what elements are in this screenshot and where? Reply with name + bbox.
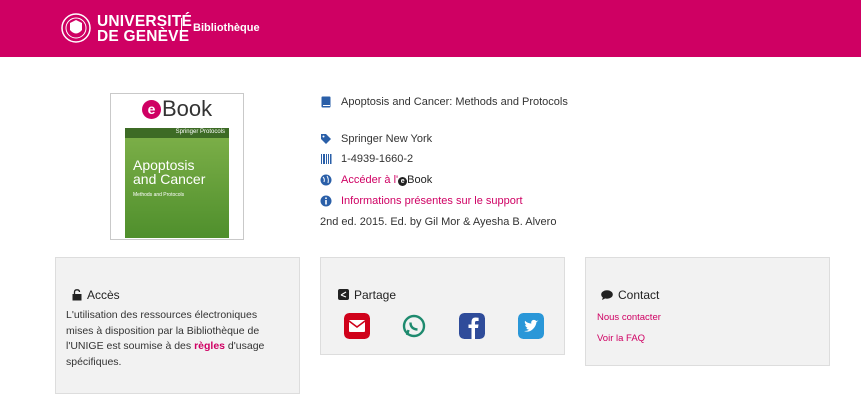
- share-panel: Partage: [320, 257, 565, 355]
- globe-icon: [320, 174, 332, 186]
- unlock-icon: [72, 289, 82, 301]
- tag-icon: [321, 134, 331, 144]
- book-cover: e Book Springer Protocols Apoptosis and Ca…: [110, 93, 244, 240]
- share-title: Partage: [354, 288, 397, 302]
- book-title: Apoptosis and Cancer: Methods and Protoc…: [341, 96, 568, 108]
- facebook-icon[interactable]: [459, 313, 485, 339]
- access-ebook-link[interactable]: Accéder à l' e Book: [341, 174, 432, 186]
- access-title: Accès: [87, 288, 120, 302]
- site-header: UNIVERSITÉ DE GENÈVE Bibliothèque: [0, 0, 861, 57]
- faq-link[interactable]: Voir la FAQ: [597, 333, 645, 344]
- email-icon[interactable]: [344, 313, 370, 339]
- whatsapp-icon[interactable]: [401, 313, 427, 339]
- book-cover-image: Springer Protocols Apoptosis and Cancer M…: [125, 128, 229, 238]
- cover-title: Apoptosis and Cancer: [133, 157, 206, 187]
- contact-title: Contact: [618, 288, 660, 302]
- ebook-logo: e Book: [142, 96, 212, 122]
- university-logo-text[interactable]: UNIVERSITÉ DE GENÈVE: [97, 14, 192, 45]
- isbn: 1-4939-1660-2: [341, 153, 414, 165]
- site-name[interactable]: Bibliothèque: [193, 22, 260, 34]
- access-panel: Accès L'utilisation des ressources élect…: [55, 257, 300, 394]
- publisher: Springer New York: [341, 133, 433, 145]
- access-text: L'utilisation des ressources électroniqu…: [66, 309, 265, 368]
- university-seal-icon[interactable]: [61, 13, 91, 43]
- chat-icon: [601, 290, 613, 300]
- info-icon: [320, 195, 332, 207]
- contact-us-link[interactable]: Nous contacter: [597, 312, 661, 323]
- edition-info: 2nd ed. 2015. Ed. by Gil Mor & Ayesha B.…: [320, 216, 557, 228]
- twitter-icon[interactable]: [518, 313, 544, 339]
- barcode-icon: [321, 154, 332, 164]
- book-icon: [321, 96, 331, 108]
- logo-divider: [181, 18, 182, 40]
- share-icon: [338, 289, 349, 300]
- support-info-link[interactable]: Informations présentes sur le support: [341, 195, 523, 207]
- rules-link[interactable]: règles: [194, 340, 225, 352]
- contact-panel: Contact Nous contacter Voir la FAQ: [585, 257, 830, 366]
